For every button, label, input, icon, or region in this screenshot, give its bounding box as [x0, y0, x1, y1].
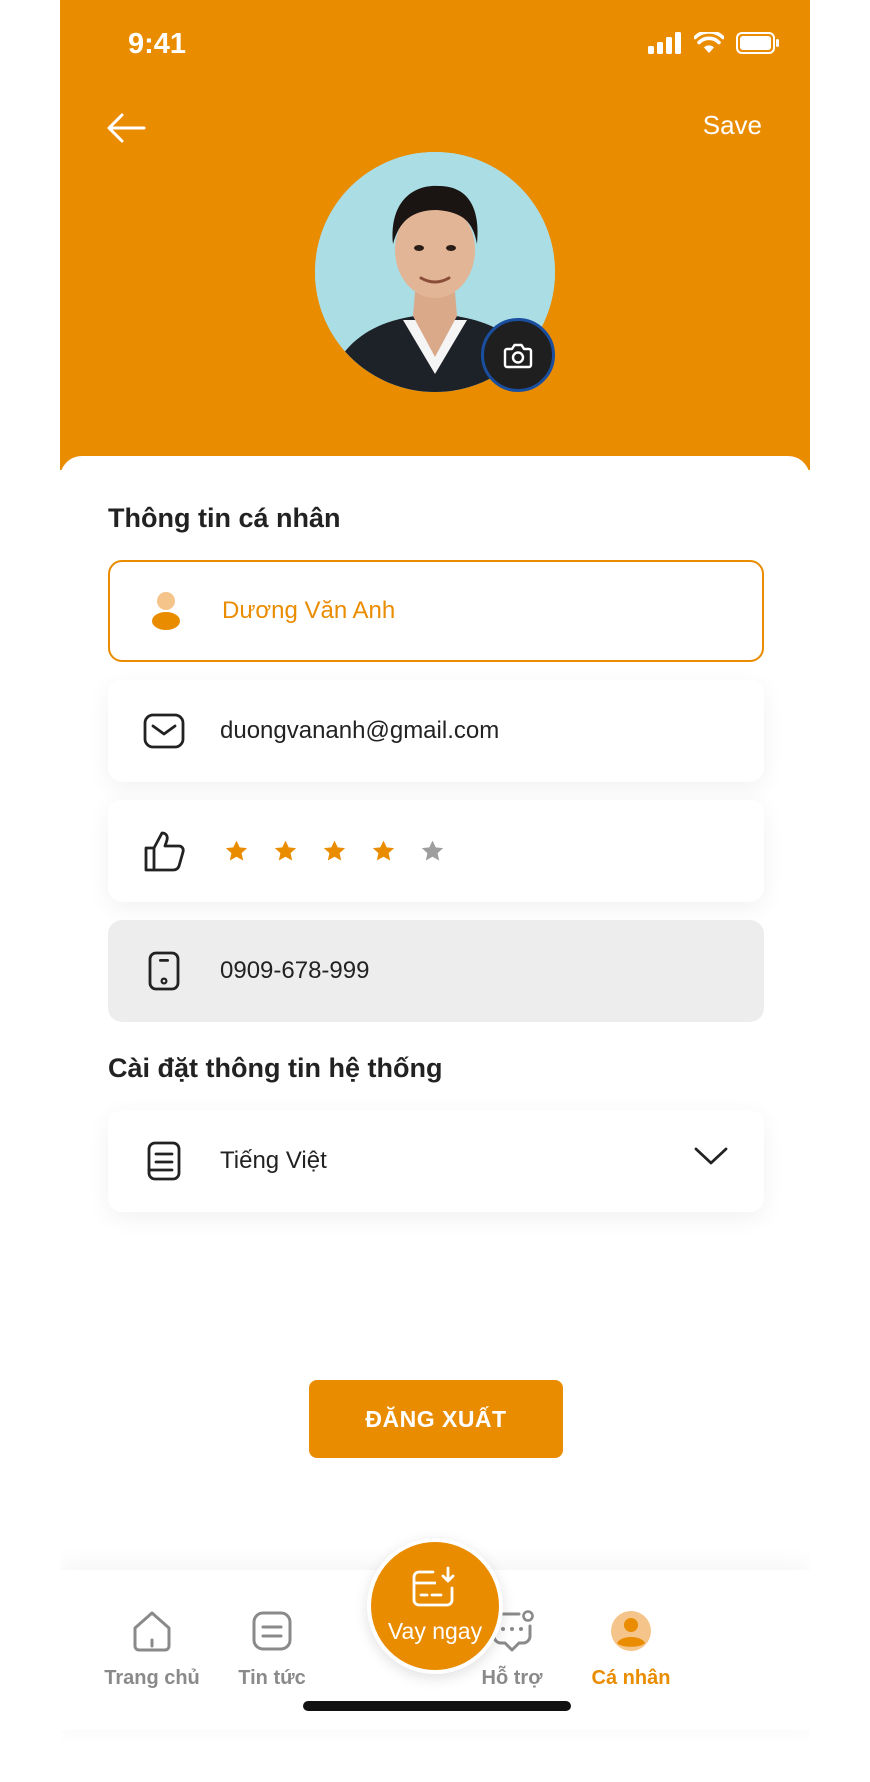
rating-field[interactable]	[108, 800, 764, 902]
tab-home[interactable]: Trang chủ	[92, 1608, 212, 1690]
tab-home-label: Trang chủ	[104, 1667, 200, 1689]
star-filled-icon[interactable]	[273, 839, 298, 864]
logout-button[interactable]: ĐĂNG XUẤT	[309, 1380, 563, 1458]
mail-icon	[108, 713, 220, 749]
loan-card-icon	[412, 1566, 455, 1607]
avatar-container	[315, 152, 555, 392]
phone-icon	[108, 951, 220, 991]
tab-support-label: Hỗ trợ	[481, 1667, 543, 1689]
user-icon	[110, 591, 222, 631]
star-rating[interactable]	[224, 839, 445, 864]
language-value: Tiếng Việt	[220, 1147, 327, 1174]
name-field[interactable]: Dương Văn Anh	[108, 560, 764, 662]
chevron-down-icon	[694, 1147, 728, 1165]
email-value: duongvananh@gmail.com	[220, 717, 500, 744]
star-empty-icon[interactable]	[420, 839, 445, 864]
camera-icon	[503, 343, 533, 369]
home-indicator	[303, 1701, 571, 1711]
tab-profile-label: Cá nhân	[591, 1667, 671, 1689]
wifi-icon	[694, 32, 724, 53]
home-icon	[133, 1611, 171, 1652]
arrow-left-icon	[107, 113, 146, 143]
status-time: 9:41	[128, 28, 187, 60]
star-filled-icon[interactable]	[224, 839, 249, 864]
tab-news[interactable]: Tin tức	[212, 1608, 332, 1690]
phone-value: 0909-678-999	[220, 957, 370, 984]
loan-now-button[interactable]: Vay ngay	[367, 1538, 503, 1674]
thumbs-up-icon	[108, 830, 220, 872]
save-button[interactable]: Save	[703, 110, 762, 141]
battery-icon	[736, 32, 779, 54]
phone-field: 0909-678-999	[108, 920, 764, 1022]
profile-icon	[611, 1611, 651, 1651]
star-filled-icon[interactable]	[322, 839, 347, 864]
signal-icon	[648, 32, 681, 54]
phone-screen: 9:41 Save Thông tin cá nhân Dương Văn An…	[60, 0, 810, 1782]
status-bar: 9:41	[60, 0, 810, 96]
tab-profile[interactable]: Cá nhân	[571, 1608, 691, 1690]
loan-now-label: Vay ngay	[387, 1618, 483, 1644]
language-icon	[108, 1141, 220, 1181]
star-filled-icon[interactable]	[371, 839, 396, 864]
personal-info-title: Thông tin cá nhân	[108, 503, 341, 533]
email-field[interactable]: duongvananh@gmail.com	[108, 680, 764, 782]
change-photo-button[interactable]	[481, 318, 555, 392]
system-settings-title: Cài đặt thông tin hệ thống	[108, 1053, 443, 1083]
profile-header: 9:41 Save	[60, 0, 810, 470]
language-select[interactable]: Tiếng Việt	[108, 1110, 764, 1212]
name-value: Dương Văn Anh	[222, 597, 396, 624]
status-icons	[648, 32, 780, 54]
news-icon	[252, 1611, 292, 1651]
back-button[interactable]	[104, 108, 148, 148]
tab-news-label: Tin tức	[238, 1667, 306, 1689]
